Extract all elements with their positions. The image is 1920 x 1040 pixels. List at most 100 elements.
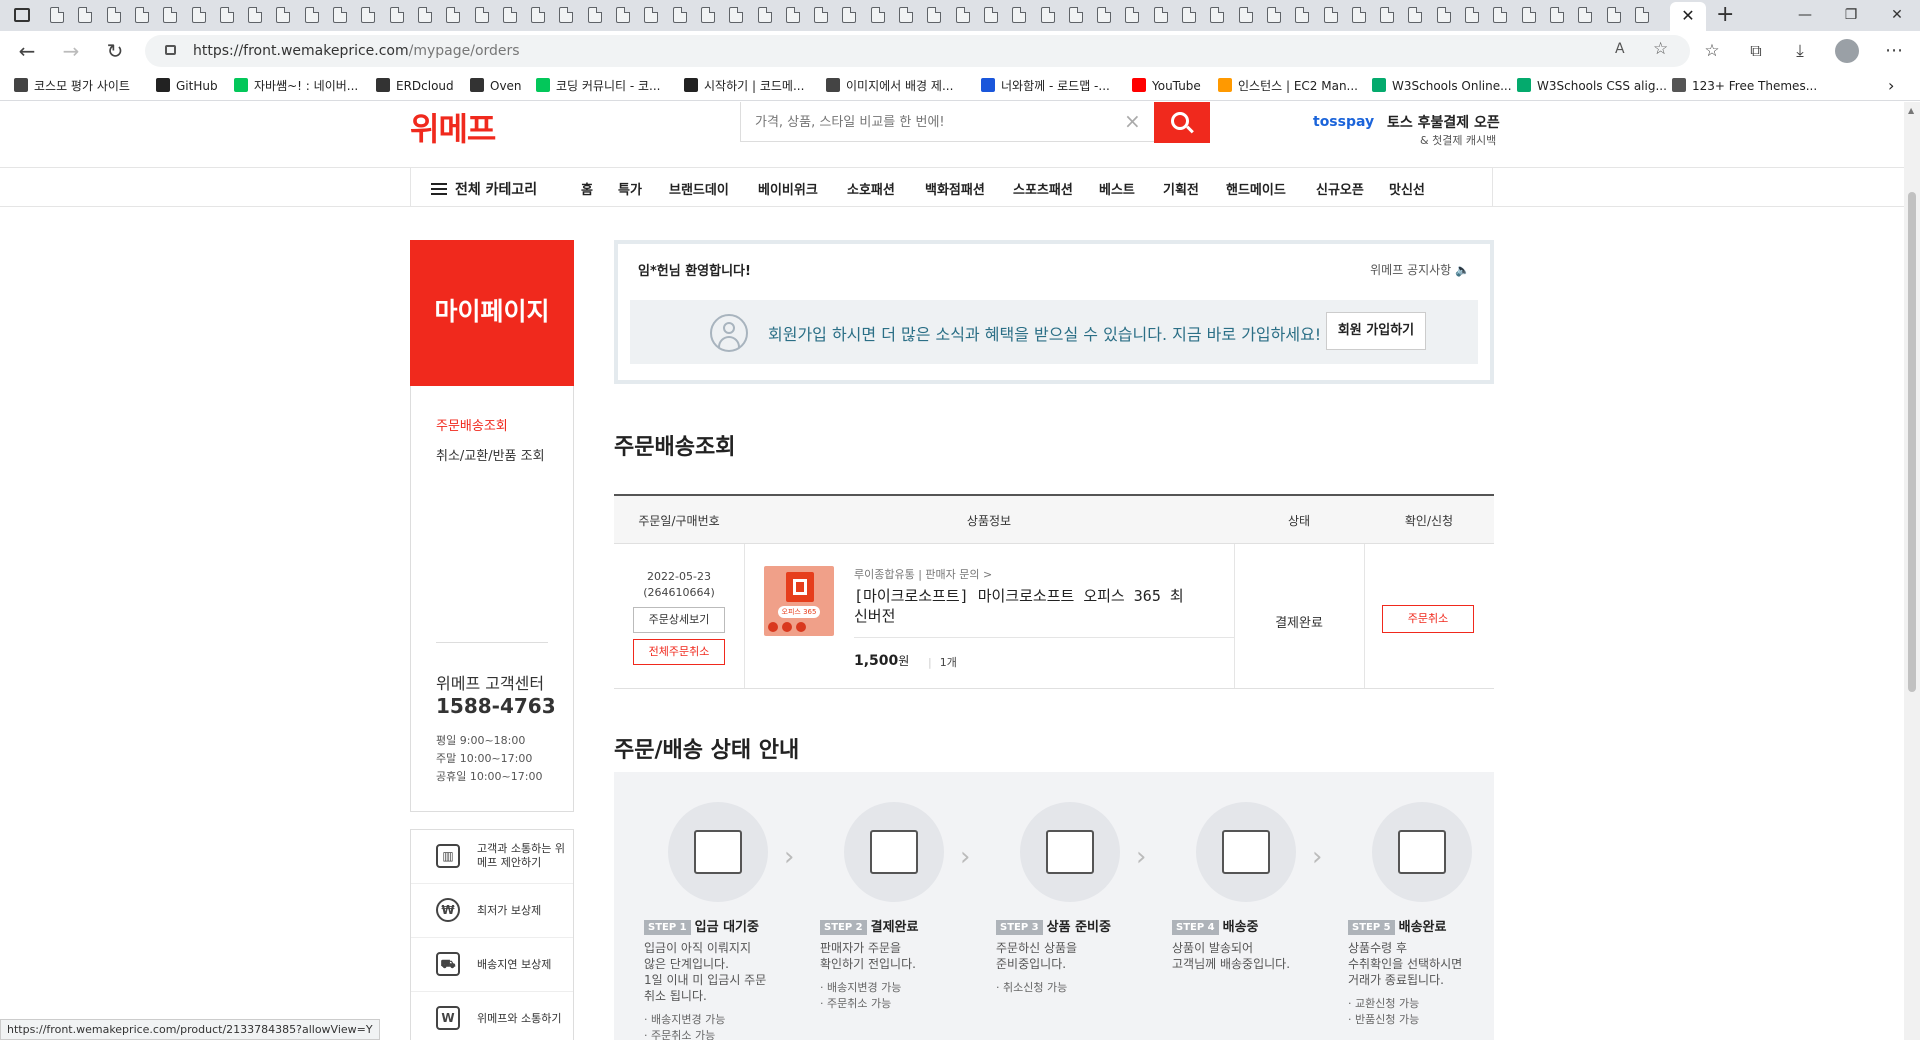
tab-favicon-icon[interactable] [1606,7,1621,23]
tab-favicon-icon[interactable] [842,7,857,23]
tab-favicon-icon[interactable] [644,7,659,23]
tab-favicon-icon[interactable] [417,7,432,23]
tab-favicon-icon[interactable] [50,7,64,23]
cancel-all-button[interactable]: 전체주문취소 [633,639,725,665]
sidebar-item-orders[interactable]: 주문배송조회 [436,415,508,434]
bookmark-item[interactable]: 123+ Free Themes... [1672,77,1817,95]
bookmark-item[interactable]: 너와함께 - 로드맵 -... [981,77,1110,95]
tab-favicon-icon[interactable] [785,7,800,23]
profile-avatar[interactable] [1835,39,1859,63]
tab-favicon-icon[interactable] [559,7,574,23]
bookmark-item[interactable]: YouTube [1132,77,1201,95]
tab-favicon-icon[interactable] [1521,7,1536,23]
tab-favicon-icon[interactable] [1153,7,1168,23]
tab-favicon-icon[interactable] [248,7,263,23]
tab-favicon-icon[interactable] [616,7,630,23]
tab-favicon-icon[interactable] [587,7,602,23]
favorite-icon[interactable]: ☆ [1653,39,1668,59]
tab-favicon-icon[interactable] [1351,7,1366,23]
tab-favicon-icon[interactable] [899,7,913,23]
gnb-item[interactable]: 스포츠패션 [1013,179,1073,198]
gnb-item[interactable]: 소호패션 [847,179,895,198]
gnb-item[interactable]: 베이비위크 [758,179,818,198]
read-aloud-icon[interactable]: A [1615,41,1625,57]
site-logo[interactable]: 위메프 [410,104,496,150]
gnb-item[interactable]: 브랜드데이 [669,179,729,198]
product-thumbnail[interactable]: 오피스 365 [764,566,834,636]
tab-favicon-icon[interactable] [1578,7,1593,23]
bookmark-item[interactable]: W3Schools CSS alig... [1517,77,1667,95]
tab-favicon-icon[interactable] [219,7,234,23]
tab-favicon-icon[interactable] [1210,7,1225,23]
tab-favicon-icon[interactable] [446,7,461,23]
tab-favicon-icon[interactable] [672,7,687,23]
tab-favicon-icon[interactable] [1408,7,1423,23]
bookmark-item[interactable]: 시작하기 | 코드메... [684,77,804,95]
tab-favicon-icon[interactable] [1012,7,1027,23]
gnb-item[interactable]: 백화점패션 [925,179,985,198]
product-name[interactable]: [마이크로소프트] 마이크로소프트 오피스 365 최신버전 [854,586,1184,626]
tab-favicon-icon[interactable] [870,7,885,23]
tab-favicon-icon[interactable] [927,7,942,23]
tab-favicon-icon[interactable] [361,7,376,23]
order-detail-button[interactable]: 주문상세보기 [633,607,725,633]
cancel-order-button[interactable]: 주문취소 [1382,605,1474,633]
tab-favicon-icon[interactable] [1295,7,1310,23]
tab-favicon-icon[interactable] [1465,7,1479,23]
tab-favicon-icon[interactable] [1040,7,1055,23]
more-icon[interactable]: ⋯ [1878,35,1910,67]
tab-favicon-icon[interactable] [276,7,291,23]
tab-favicon-icon[interactable] [531,7,546,23]
page-scrollbar[interactable]: ▲ [1904,102,1920,1040]
tab-favicon-icon[interactable] [1380,7,1395,23]
tosspay-logo[interactable]: tosspay [1313,114,1374,130]
tab-favicon-icon[interactable] [729,7,744,23]
scroll-up-icon[interactable]: ▲ [1908,106,1914,115]
close-window-button[interactable]: ✕ [1874,0,1920,31]
tab-favicon-icon[interactable] [333,7,347,23]
delivery-delay-link[interactable]: ⛟ 배송지연 보상제 [411,938,573,992]
address-bar[interactable]: https://front.wemakeprice.com/mypage/ord… [145,35,1690,67]
favorites-icon[interactable]: ☆ [1696,35,1728,67]
lowest-price-link[interactable]: ₩ 최저가 보상제 [411,884,573,938]
clear-icon[interactable]: × [1124,109,1141,133]
reload-button[interactable]: ↻ [99,35,131,67]
join-button[interactable]: 회원 가입하기 [1326,312,1426,350]
tab-favicon-icon[interactable] [1436,7,1451,23]
tab-favicon-icon[interactable] [700,7,715,23]
tab-favicon-icon[interactable] [134,7,149,23]
tab-favicon-icon[interactable] [1266,7,1281,23]
scroll-thumb[interactable] [1908,192,1916,692]
search-button[interactable] [1154,102,1210,143]
restore-button[interactable]: ❐ [1828,0,1874,31]
bookmark-item[interactable]: 코딩 커뮤니티 - 코... [536,77,661,95]
bookmarks-overflow-icon[interactable]: › [1888,76,1894,95]
gnb-item[interactable]: 핸드메이드 [1226,179,1286,198]
toss-banner-title[interactable]: 토스 후불결제 오픈 [1387,112,1500,132]
tab-actions-icon[interactable] [14,8,30,22]
tab-favicon-icon[interactable] [191,7,206,23]
tab-favicon-icon[interactable] [163,7,178,23]
bookmark-item[interactable]: 코스모 평가 사이트 [14,77,130,95]
tab-favicon-icon[interactable] [814,7,829,23]
sidebar-item-cancel-return[interactable]: 취소/교환/반품 조회 [436,445,545,464]
tab-favicon-icon[interactable] [78,7,93,23]
tab-favicon-icon[interactable] [1068,7,1083,23]
minimize-button[interactable]: — [1782,0,1828,31]
tab-favicon-icon[interactable] [1323,7,1338,23]
bookmark-item[interactable]: 이미지에서 배경 제... [826,77,953,95]
tab-favicon-icon[interactable] [502,7,517,23]
tab-favicon-icon[interactable] [1549,7,1564,23]
bookmark-item[interactable]: W3Schools Online... [1372,77,1512,95]
tab-favicon-icon[interactable] [474,7,489,23]
tab-favicon-icon[interactable] [1182,7,1196,23]
bookmark-item[interactable]: ERDcloud [376,77,454,95]
search-input[interactable] [755,112,1115,132]
back-button[interactable]: ← [11,35,43,67]
gnb-item[interactable]: 특가 [618,179,642,198]
bookmark-item[interactable]: 자바쌤~! : 네이버... [234,77,358,95]
downloads-icon[interactable]: ⤓ [1784,35,1816,67]
lock-icon[interactable] [165,45,176,55]
tab-favicon-icon[interactable] [955,7,970,23]
gnb-item[interactable]: 맛신선 [1389,179,1425,198]
